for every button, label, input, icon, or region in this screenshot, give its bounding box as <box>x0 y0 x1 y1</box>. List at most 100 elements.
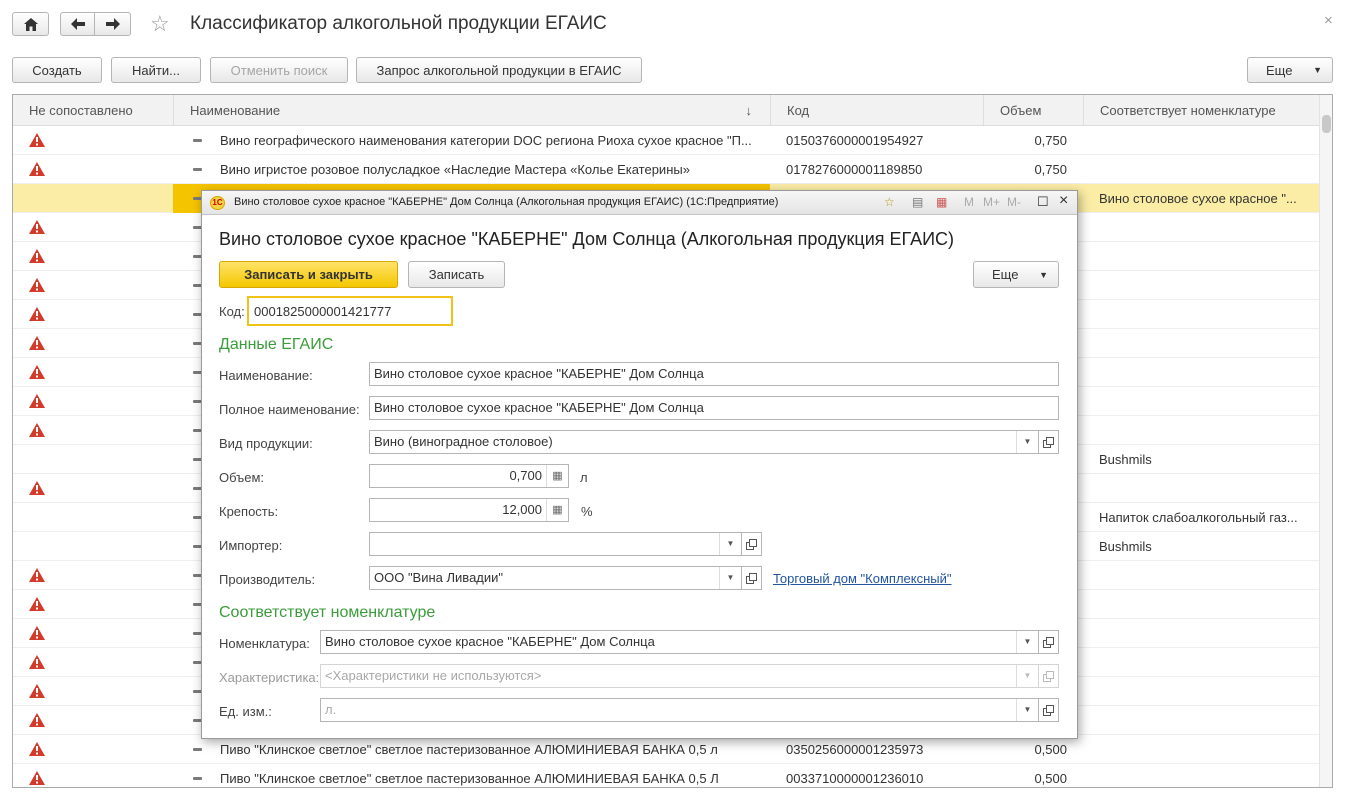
table-row[interactable]: Вино игристое розовое полусладкое «Насле… <box>13 155 1319 184</box>
home-button[interactable] <box>12 12 49 36</box>
strength-field[interactable]: 12,000 ▦ <box>369 498 569 522</box>
memory-minus-icon[interactable]: M- <box>1007 195 1021 209</box>
calculator-icon[interactable]: ▦ <box>546 499 568 521</box>
open-importer-button[interactable] <box>742 532 762 556</box>
vertical-scrollbar[interactable] <box>1319 95 1332 787</box>
maximize-icon[interactable]: ☐ <box>1037 194 1049 210</box>
favorite-star-icon[interactable]: ☆ <box>150 11 170 37</box>
open-characteristic-button[interactable] <box>1039 664 1059 688</box>
characteristic-select[interactable]: <Характеристики не используются> ▼ <box>320 664 1039 688</box>
nomenclature-value: Вино столовое сухое красное "КАБЕРНЕ" До… <box>325 634 655 649</box>
warning-icon <box>29 771 45 785</box>
favorite-star-icon[interactable]: ☆ <box>884 195 895 209</box>
cell-nomenclature: Вино столовое сухое красное "... <box>1099 191 1297 206</box>
warning-icon <box>29 481 45 495</box>
volume-field[interactable]: 0,700 ▦ <box>369 464 569 488</box>
cell-nomenclature <box>1099 300 1309 329</box>
cell-code: 0350256000001235973 <box>786 742 924 757</box>
open-form-icon <box>746 572 757 584</box>
code-field[interactable]: 0001825000001421777 <box>247 296 453 326</box>
cell-nomenclature <box>1099 764 1309 787</box>
document-icon[interactable]: ▤ <box>912 195 923 209</box>
item-marker-icon <box>193 777 202 780</box>
warning-icon <box>29 394 45 408</box>
open-producer-button[interactable] <box>742 566 762 590</box>
dropdown-arrow-icon[interactable]: ▼ <box>1016 699 1038 721</box>
back-button[interactable] <box>60 12 95 36</box>
sort-arrow-icon: ↓ <box>745 103 753 118</box>
dropdown-arrow-icon[interactable]: ▼ <box>719 533 741 555</box>
open-kind-button[interactable] <box>1039 430 1059 454</box>
unit-select[interactable]: л. ▼ <box>320 698 1039 722</box>
save-button[interactable]: Записать <box>408 261 505 288</box>
find-button[interactable]: Найти... <box>111 57 201 83</box>
product-kind-value: Вино (виноградное столовое) <box>374 434 553 449</box>
dialog-more-label: Еще <box>992 267 1019 282</box>
cell-code: 0033710000001236010 <box>786 771 924 786</box>
fullname-field[interactable]: Вино столовое сухое красное "КАБЕРНЕ" До… <box>369 396 1059 420</box>
forward-button[interactable] <box>95 12 131 36</box>
producer-select[interactable]: ООО "Вина Ливадии" ▼ <box>369 566 742 590</box>
nomenclature-label: Номенклатура: <box>219 636 310 651</box>
characteristic-placeholder: <Характеристики не используются> <box>325 668 542 683</box>
calculator-icon[interactable]: ▦ <box>546 465 568 487</box>
unit-value: л. <box>325 702 337 717</box>
save-and-close-button[interactable]: Записать и закрыть <box>219 261 398 288</box>
importer-select[interactable]: ▼ <box>369 532 742 556</box>
dropdown-arrow-icon[interactable]: ▼ <box>1016 631 1038 653</box>
cell-nomenclature <box>1099 706 1309 735</box>
page-title: Классификатор алкогольной продукции ЕГАИ… <box>190 13 607 34</box>
close-icon[interactable]: × <box>1324 12 1333 29</box>
open-unit-button[interactable] <box>1039 698 1059 722</box>
cell-name: Вино географического наименования катего… <box>220 133 752 148</box>
cell-nomenclature <box>1099 416 1309 445</box>
cell-nomenclature <box>1099 590 1309 619</box>
list-header: Не сопоставлено Наименование ↓ Код Объем… <box>13 95 1319 126</box>
cell-name: Пиво "Клинское светлое" светлое пастериз… <box>220 771 719 786</box>
dropdown-arrow-icon[interactable]: ▼ <box>1016 665 1038 687</box>
column-header-nomenclature[interactable]: Соответствует номенклатуре <box>1083 95 1319 126</box>
open-form-icon <box>1043 436 1054 448</box>
section-nomenclature: Соответствует номенклатуре <box>219 604 436 621</box>
producer-link[interactable]: Торговый дом "Комплексный" <box>773 571 952 586</box>
dropdown-arrow-icon[interactable]: ▼ <box>719 567 741 589</box>
cell-nomenclature <box>1099 561 1309 590</box>
close-icon[interactable]: × <box>1059 192 1068 210</box>
table-row[interactable]: Пиво "Клинское светлое" светлое пастериз… <box>13 764 1319 787</box>
request-egais-button[interactable]: Запрос алкогольной продукции в ЕГАИС <box>356 57 642 83</box>
table-row[interactable]: Вино географического наименования катего… <box>13 126 1319 155</box>
memory-plus-icon[interactable]: M+ <box>983 195 1000 209</box>
strength-label: Крепость: <box>219 504 279 519</box>
item-marker-icon <box>193 748 202 751</box>
calendar-icon[interactable]: ▦ <box>936 195 947 209</box>
open-nomenclature-button[interactable] <box>1039 630 1059 654</box>
dialog-more-button[interactable]: Еще ▼ <box>973 261 1059 288</box>
column-header-code[interactable]: Код <box>770 95 983 126</box>
volume-unit: л <box>580 470 588 485</box>
column-header-name[interactable]: Наименование ↓ <box>173 95 770 126</box>
cancel-search-button[interactable]: Отменить поиск <box>210 57 348 83</box>
column-header-name-label: Наименование <box>190 103 281 118</box>
scrollbar-thumb[interactable] <box>1322 115 1331 133</box>
fullname-label: Полное наименование: <box>219 402 360 417</box>
product-kind-select[interactable]: Вино (виноградное столовое) ▼ <box>369 430 1039 454</box>
product-kind-label: Вид продукции: <box>219 436 313 451</box>
cell-code: 0178276000001189850 <box>786 162 923 177</box>
open-form-icon <box>1043 670 1054 682</box>
warning-icon <box>29 742 45 756</box>
column-header-volume[interactable]: Объем <box>983 95 1083 126</box>
dropdown-arrow-icon[interactable]: ▼ <box>1016 431 1038 453</box>
memory-icon[interactable]: M <box>964 195 974 209</box>
warning-icon <box>29 423 45 437</box>
name-field[interactable]: Вино столовое сухое красное "КАБЕРНЕ" До… <box>369 362 1059 386</box>
producer-label: Производитель: <box>219 572 316 587</box>
table-row[interactable]: Пиво "Клинское светлое" светлое пастериз… <box>13 735 1319 764</box>
column-header-unmatched[interactable]: Не сопоставлено <box>13 95 173 126</box>
cell-volume: 0,500 <box>1034 771 1067 786</box>
cell-nomenclature <box>1099 213 1309 242</box>
nomenclature-select[interactable]: Вино столовое сухое красное "КАБЕРНЕ" До… <box>320 630 1039 654</box>
more-button[interactable]: Еще ▼ <box>1247 57 1333 83</box>
create-button[interactable]: Создать <box>12 57 102 83</box>
cell-nomenclature <box>1099 271 1309 300</box>
characteristic-label: Характеристика: <box>219 670 320 685</box>
